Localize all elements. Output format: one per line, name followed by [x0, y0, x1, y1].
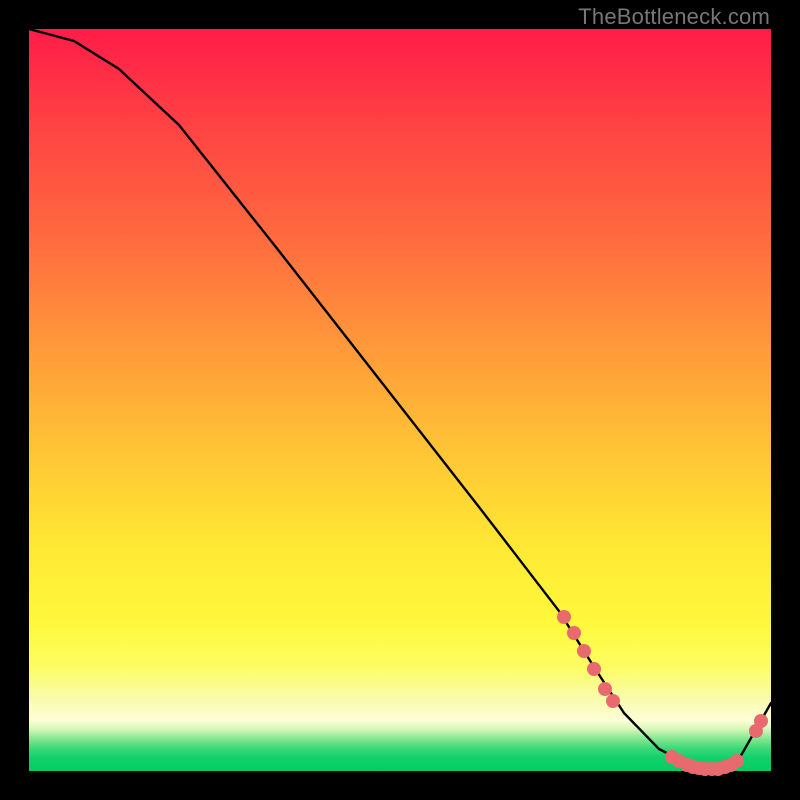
curve-marker	[587, 662, 601, 676]
curve-line	[29, 29, 771, 771]
curve-marker	[606, 694, 620, 708]
curve-marker	[567, 626, 581, 640]
curve-marker	[598, 682, 612, 696]
chart-svg	[29, 29, 771, 771]
curve-marker	[730, 754, 744, 768]
curve-marker	[557, 610, 571, 624]
chart-frame	[29, 29, 771, 771]
attribution-text: TheBottleneck.com	[578, 4, 770, 30]
curve-marker	[577, 644, 591, 658]
curve-marker	[754, 714, 768, 728]
